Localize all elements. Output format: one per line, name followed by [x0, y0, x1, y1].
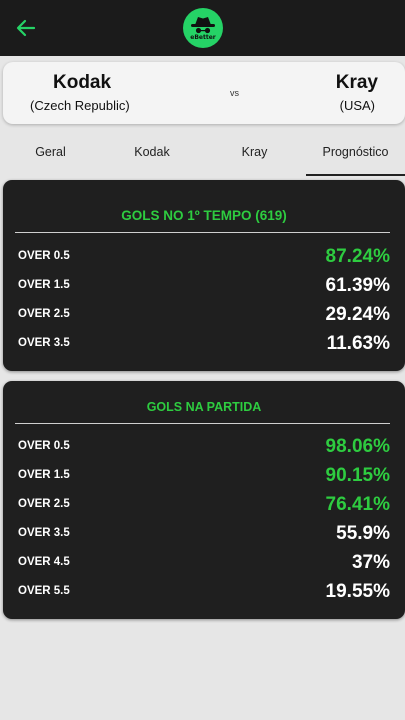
app-logo: eBetter: [183, 8, 223, 48]
vs-label: vs: [230, 88, 239, 98]
logo-text: eBetter: [190, 34, 216, 41]
stat-value: 61.39%: [325, 275, 390, 296]
stat-row: OVER 5.5 19.55%: [3, 577, 405, 606]
stat-label: OVER 5.5: [18, 585, 70, 597]
stat-value: 55.9%: [336, 523, 390, 544]
divider: [15, 423, 390, 424]
stat-value: 76.41%: [325, 494, 390, 515]
tab-home-team[interactable]: Kodak: [101, 130, 203, 176]
away-team-country: (USA): [339, 98, 375, 113]
stat-value: 87.24%: [325, 246, 390, 267]
tab-prognostico[interactable]: Prognóstico: [306, 130, 405, 176]
first-half-goals-card: GOLS NO 1º TEMPO (619) OVER 0.5 87.24% O…: [3, 180, 405, 371]
stat-row: OVER 2.5 76.41%: [3, 490, 405, 519]
stat-label: OVER 1.5: [18, 279, 70, 291]
stat-label: OVER 3.5: [18, 527, 70, 539]
home-team-country: (Czech Republic): [30, 98, 130, 113]
stat-row: OVER 4.5 37%: [3, 548, 405, 577]
stat-label: OVER 2.5: [18, 498, 70, 510]
stat-value: 11.63%: [326, 333, 390, 354]
stat-row: OVER 3.5 11.63%: [3, 329, 405, 358]
app-bar: eBetter: [0, 0, 405, 56]
stat-value: 29.24%: [325, 304, 390, 325]
home-team-name: Kodak: [53, 72, 112, 93]
stat-label: OVER 2.5: [18, 308, 70, 320]
stat-row: OVER 1.5 61.39%: [3, 271, 405, 300]
spy-hat-icon: [191, 17, 215, 34]
match-goals-card: GOLS NA PARTIDA OVER 0.5 98.06% OVER 1.5…: [3, 381, 405, 619]
tab-geral[interactable]: Geral: [0, 130, 101, 176]
tab-bar: Geral Kodak Kray Prognóstico: [0, 130, 405, 176]
card-title: GOLS NA PARTIDA: [146, 400, 262, 414]
stat-row: OVER 2.5 29.24%: [3, 300, 405, 329]
stat-label: OVER 0.5: [18, 440, 70, 452]
stat-value: 90.15%: [325, 465, 390, 486]
match-header: Kodak (Czech Republic) vs Kray (USA): [3, 62, 405, 124]
tab-away-team[interactable]: Kray: [203, 130, 306, 176]
stat-label: OVER 1.5: [18, 469, 70, 481]
stat-value: 98.06%: [325, 436, 390, 457]
stat-label: OVER 0.5: [18, 250, 70, 262]
card-title: GOLS NO 1º TEMPO (619): [121, 208, 287, 223]
away-team-name: Kray: [335, 72, 378, 93]
stat-row: OVER 0.5 87.24%: [3, 242, 405, 271]
stat-row: OVER 1.5 90.15%: [3, 461, 405, 490]
divider: [15, 232, 390, 233]
stat-value: 37%: [351, 552, 390, 573]
stat-row: OVER 0.5 98.06%: [3, 432, 405, 461]
stat-value: 19.55%: [325, 581, 390, 602]
stat-label: OVER 3.5: [18, 337, 70, 349]
stat-label: OVER 4.5: [18, 556, 70, 568]
stat-row: OVER 3.5 55.9%: [3, 519, 405, 548]
back-arrow-icon[interactable]: [14, 16, 38, 40]
